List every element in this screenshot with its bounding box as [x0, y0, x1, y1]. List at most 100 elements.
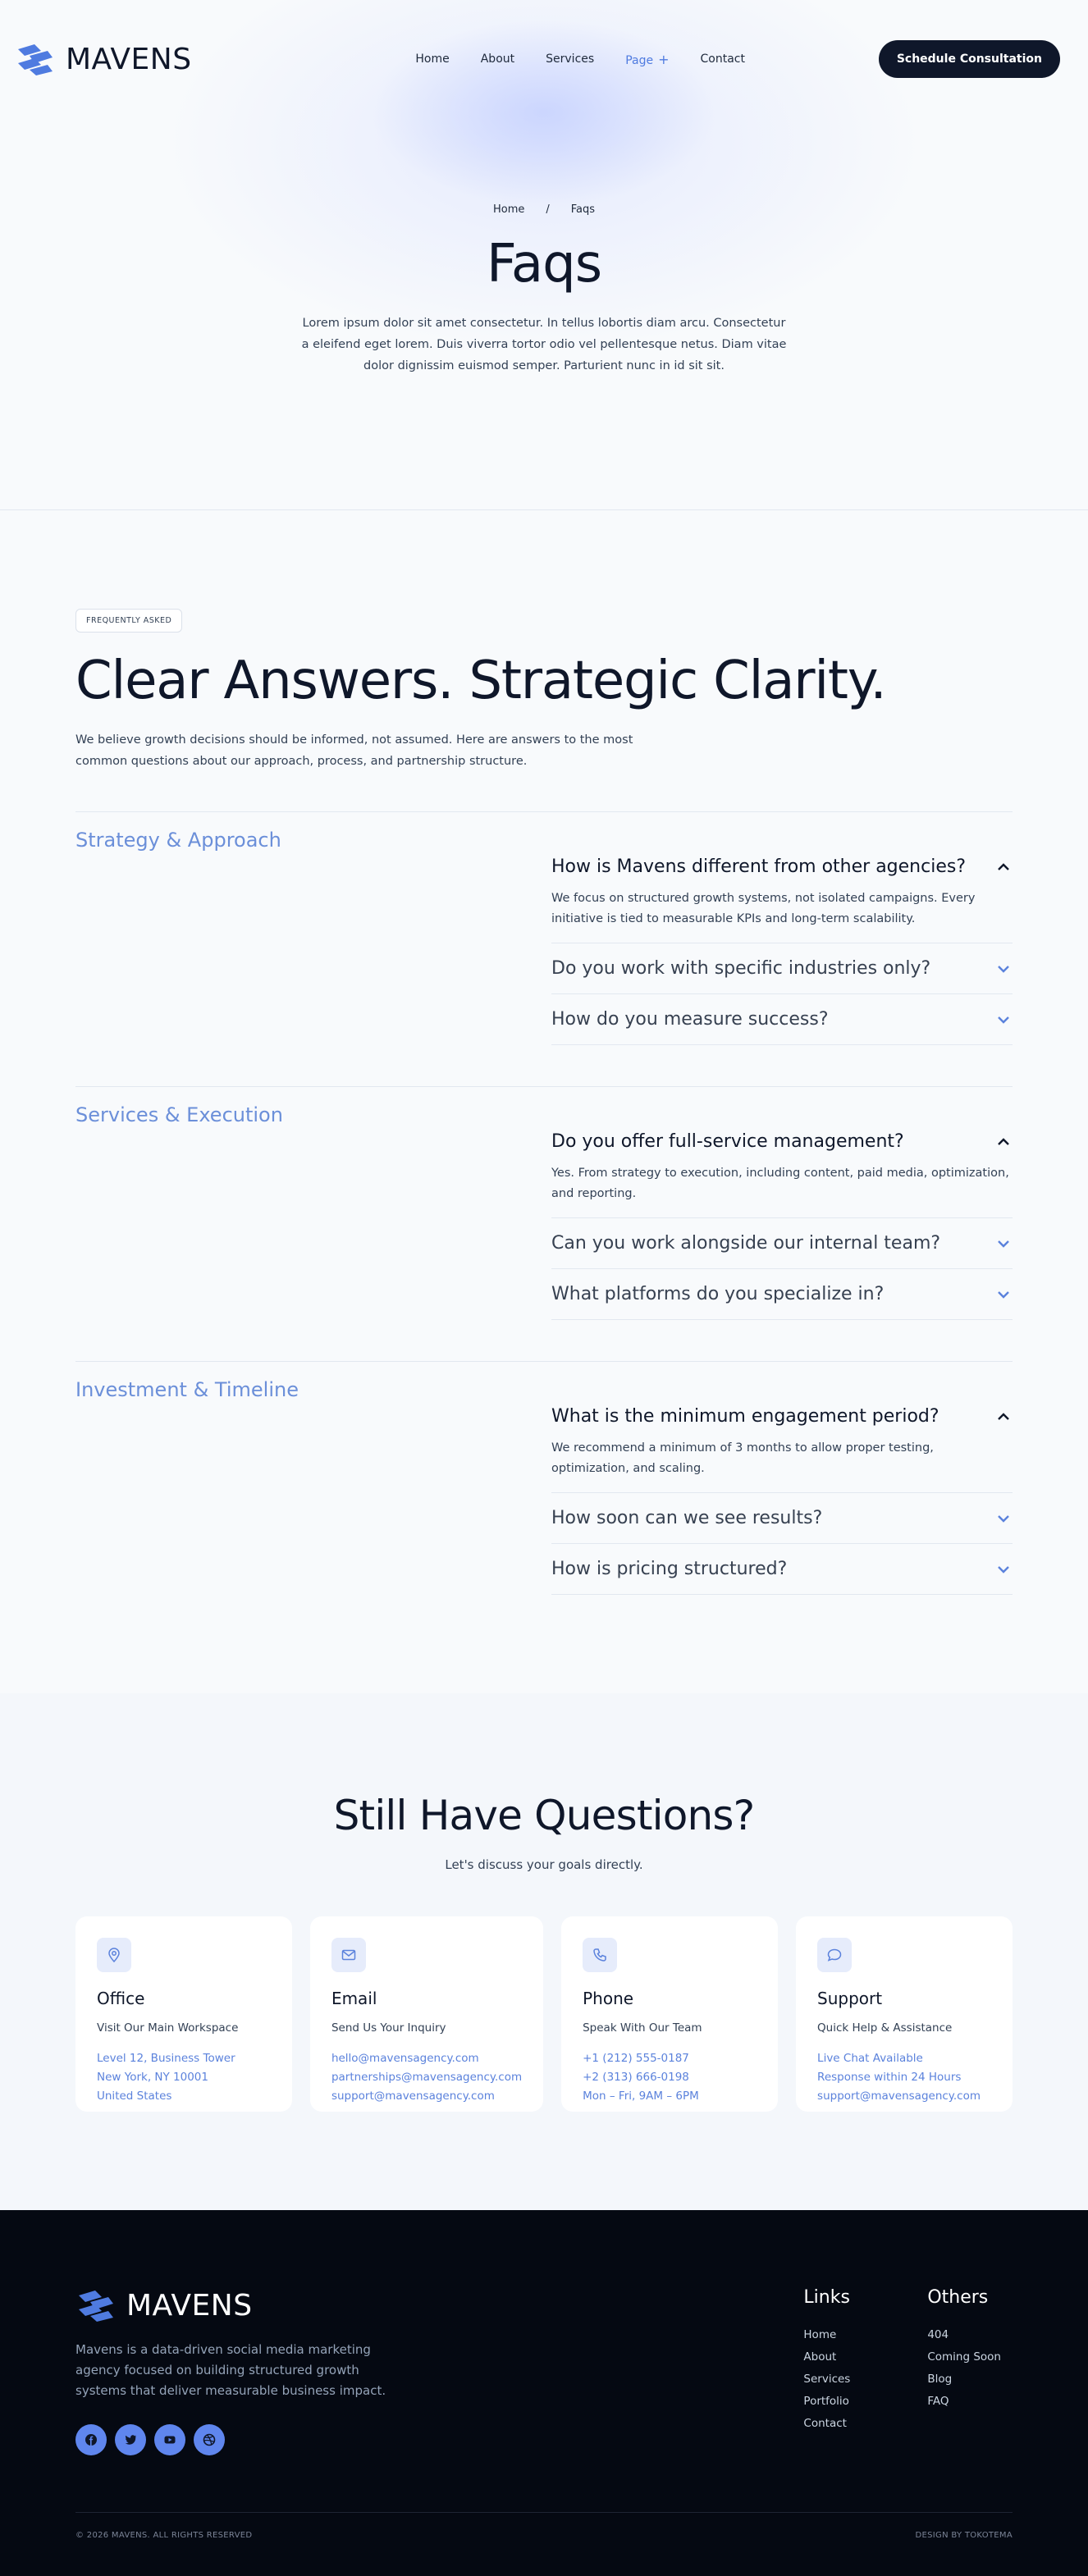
twitter-icon[interactable] — [115, 2424, 146, 2455]
footer-column-title: Others — [927, 2287, 989, 2308]
brand-name: MAVENS — [126, 2288, 253, 2323]
faq-question-toggle[interactable]: Do you offer full-service management? — [551, 1115, 1013, 1163]
chevron-up-icon — [998, 1412, 1009, 1420]
phone-link[interactable]: +1 (212) 555-0187 — [583, 2049, 757, 2068]
card-title: Support — [817, 1989, 883, 2008]
email-link[interactable]: support@mavensagency.com — [817, 2087, 991, 2106]
mail-icon — [331, 1938, 366, 1972]
office-card: Office Visit Our Main Workspace Level 12… — [75, 1916, 292, 2112]
chevron-up-icon — [998, 862, 1009, 870]
footer-link-404[interactable]: 404 — [927, 2324, 1001, 2346]
main-menu: Home About Services Page + Contact — [415, 52, 745, 67]
faq-question-list: How is Mavens different from other agenc… — [551, 829, 1013, 1045]
chevron-down-icon — [998, 1514, 1009, 1523]
card-subtitle: Speak With Our Team — [583, 2021, 702, 2035]
faq-item: Can you work alongside our internal team… — [551, 1218, 1013, 1269]
footer-columns: Links Home About Services Portfolio Cont… — [803, 2287, 1001, 2455]
footer-link-home[interactable]: Home — [803, 2324, 850, 2346]
faq-group-services: Services & Execution Do you offer full-s… — [75, 1086, 1013, 1320]
card-details: Level 12, Business Tower New York, NY 10… — [97, 2049, 271, 2106]
facebook-icon[interactable] — [75, 2424, 107, 2455]
footer-brand: MAVENS Mavens is a data-driven social me… — [75, 2287, 395, 2455]
card-title: Email — [331, 1989, 377, 2008]
faq-question-toggle[interactable]: What platforms do you specialize in? — [551, 1269, 1013, 1319]
card-detail-line: United States — [97, 2090, 172, 2103]
faq-question: Do you offer full-service management? — [551, 1131, 904, 1152]
hero-description: Lorem ipsum dolor sit amet consectetur. … — [301, 317, 787, 372]
email-link[interactable]: support@mavensagency.com — [331, 2087, 522, 2106]
email-link[interactable]: partnerships@mavensagency.com — [331, 2068, 522, 2087]
live-chat-link[interactable]: Live Chat Available — [817, 2049, 991, 2068]
card-title: Office — [97, 1989, 145, 2008]
hero-content: Home / Faqs Faqs Lorem ipsum dolor sit a… — [0, 203, 1088, 377]
nav-item-page[interactable]: Page + — [625, 52, 669, 67]
nav-item-page-label: Page — [625, 53, 654, 67]
footer-links-column: Links Home About Services Portfolio Cont… — [803, 2287, 850, 2455]
faq-question-list: Do you offer full-service management? Ye… — [551, 1103, 1013, 1320]
faq-group-investment: Investment & Timeline What is the minimu… — [75, 1361, 1013, 1595]
breadcrumb: Home / Faqs — [0, 203, 1088, 216]
card-details: +1 (212) 555-0187 +2 (313) 666-0198 Mon … — [583, 2049, 757, 2106]
footer-link-faq[interactable]: FAQ — [927, 2391, 1001, 2413]
faq-question: How soon can we see results? — [551, 1508, 823, 1528]
nav-item-about[interactable]: About — [481, 53, 514, 66]
faq-item: How is pricing structured? — [551, 1544, 1013, 1595]
faq-item: What is the minimum engagement period? W… — [551, 1390, 1013, 1493]
footer-link-services[interactable]: Services — [803, 2368, 850, 2391]
card-subtitle: Visit Our Main Workspace — [97, 2021, 239, 2035]
card-detail-line: Mon – Fri, 9AM – 6PM — [583, 2090, 699, 2103]
footer-link-portfolio[interactable]: Portfolio — [803, 2391, 850, 2413]
footer-link-about[interactable]: About — [803, 2346, 850, 2368]
youtube-icon[interactable] — [154, 2424, 185, 2455]
designer-credit[interactable]: DESIGN BY TOKOTEMA — [916, 2531, 1013, 2540]
chevron-down-icon — [998, 1565, 1009, 1573]
email-link[interactable]: hello@mavensagency.com — [331, 2049, 522, 2068]
faq-answer: Yes. From strategy to execution, includi… — [551, 1167, 1009, 1200]
faq-item: How do you measure success? — [551, 994, 1013, 1045]
brand-logo[interactable]: MAVENS — [15, 41, 192, 77]
card-subtitle: Quick Help & Assistance — [817, 2021, 953, 2035]
card-subtitle: Send Us Your Inquiry — [331, 2021, 446, 2035]
plus-icon: + — [658, 51, 670, 67]
breadcrumb-home[interactable]: Home — [493, 203, 524, 216]
email-card: Email Send Us Your Inquiry hello@mavensa… — [309, 1916, 544, 2112]
footer-logo[interactable]: MAVENS — [75, 2287, 395, 2323]
logo-mark-icon — [79, 2291, 113, 2322]
faq-question-toggle[interactable]: How soon can we see results? — [551, 1493, 1013, 1543]
page-title: Faqs — [486, 234, 602, 295]
chevron-down-icon — [998, 965, 1009, 973]
nav-item-home[interactable]: Home — [415, 53, 449, 66]
schedule-consultation-button[interactable]: Schedule Consultation — [878, 40, 1060, 78]
faq-group-label: Services & Execution — [75, 1103, 283, 1126]
footer-link-coming-soon[interactable]: Coming Soon — [927, 2346, 1001, 2368]
faq-item: How is Mavens different from other agenc… — [551, 840, 1013, 943]
faq-group-strategy: Strategy & Approach How is Mavens differ… — [75, 811, 1013, 1045]
faq-question-toggle[interactable]: How is Mavens different from other agenc… — [551, 840, 1013, 888]
faq-item: What platforms do you specialize in? — [551, 1269, 1013, 1320]
phone-link[interactable]: +2 (313) 666-0198 — [583, 2068, 757, 2087]
faq-question-toggle[interactable]: How is pricing structured? — [551, 1544, 1013, 1594]
faq-item: How soon can we see results? — [551, 1493, 1013, 1544]
faq-question-toggle[interactable]: What is the minimum engagement period? — [551, 1390, 1013, 1438]
faq-group-label: Strategy & Approach — [75, 829, 281, 852]
faq-question: How is pricing structured? — [551, 1559, 788, 1579]
footer-others-column: Others 404 Coming Soon Blog FAQ — [927, 2287, 1001, 2455]
footer-link-contact[interactable]: Contact — [803, 2413, 850, 2435]
chevron-down-icon — [998, 1240, 1009, 1248]
card-detail-line: Response within 24 Hours — [817, 2071, 962, 2084]
dribbble-icon[interactable] — [194, 2424, 225, 2455]
faq-question: Can you work alongside our internal team… — [551, 1233, 941, 1254]
faq-question-toggle[interactable]: Can you work alongside our internal team… — [551, 1218, 1013, 1268]
nav-item-services[interactable]: Services — [546, 53, 594, 66]
faq-question-toggle[interactable]: Do you work with specific industries onl… — [551, 943, 1013, 993]
footer-top: MAVENS Mavens is a data-driven social me… — [75, 2287, 1013, 2455]
nav-item-contact[interactable]: Contact — [701, 53, 745, 66]
faq-question: What platforms do you specialize in? — [551, 1284, 885, 1304]
faq-intro: We believe growth decisions should be in… — [75, 733, 633, 768]
card-details: hello@mavensagency.com partnerships@mave… — [331, 2049, 522, 2106]
faq-badge: FREQUENTLY ASKED — [75, 609, 183, 633]
chevron-up-icon — [998, 1137, 1009, 1145]
faq-question-toggle[interactable]: How do you measure success? — [551, 994, 1013, 1044]
footer-link-blog[interactable]: Blog — [927, 2368, 1001, 2391]
footer-column-title: Links — [803, 2287, 850, 2308]
